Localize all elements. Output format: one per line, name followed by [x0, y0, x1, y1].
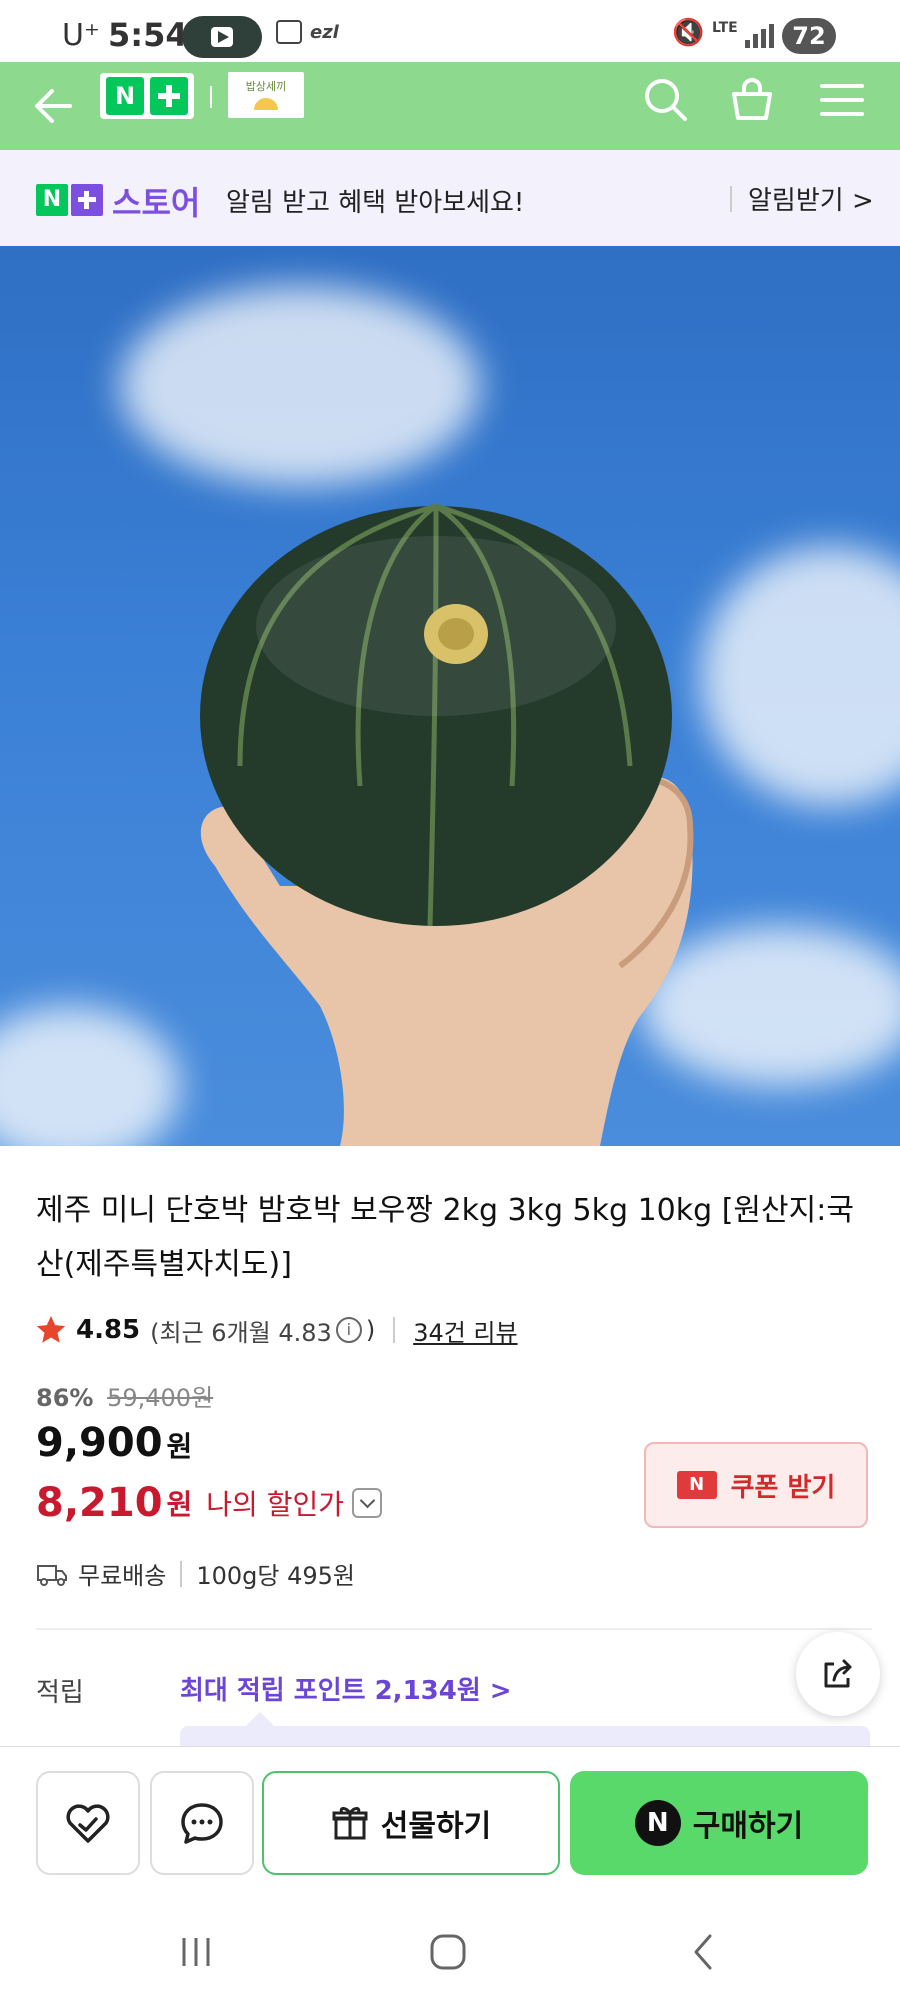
- divider: [393, 1317, 396, 1343]
- home-button[interactable]: [428, 1932, 468, 1972]
- store-brand-logo[interactable]: 밥상세끼: [228, 72, 304, 118]
- my-discount-price: 8,210 원 나의 할인가: [36, 1480, 382, 1526]
- original-price: 59,400원: [107, 1384, 214, 1412]
- brand-name: 밥상세끼: [245, 80, 287, 93]
- recent-apps-icon: [182, 1938, 210, 1966]
- buy-label: 구매하기: [692, 1809, 804, 1844]
- recent-rating-close: ): [365, 1316, 376, 1344]
- discount-percent: 86%: [36, 1384, 94, 1412]
- my-price-unit: 원: [166, 1488, 193, 1521]
- gift-label: 선물하기: [380, 1809, 492, 1844]
- notify-message: 알림 받고 혜택 받아보세요!: [226, 188, 525, 218]
- price-unit: 원: [166, 1430, 193, 1463]
- chat-button[interactable]: [150, 1771, 254, 1875]
- store-label: 스토어: [112, 184, 201, 222]
- search-button[interactable]: [638, 72, 694, 128]
- battery-indicator: 72: [782, 18, 836, 54]
- nplus-logo[interactable]: N: [100, 73, 194, 119]
- n-logo: N: [36, 184, 68, 216]
- n-coupon-icon: N: [676, 1471, 717, 1499]
- app-header: N 밥상세끼: [0, 62, 900, 150]
- cart-button[interactable]: [724, 72, 780, 128]
- logo-divider: [210, 86, 212, 108]
- clock: 5:54: [108, 16, 188, 54]
- shipping-row: 무료배송 100g당 495원: [36, 1556, 355, 1591]
- sale-price: 9,900 원: [36, 1420, 192, 1466]
- discount-row: 86% 59,400원: [36, 1378, 213, 1413]
- heart-check-icon: [66, 1804, 110, 1843]
- pumpkin-illustration: [200, 503, 694, 1146]
- ezl-icon: ezl: [310, 22, 339, 43]
- menu-button[interactable]: [814, 72, 870, 128]
- product-title: 제주 미니 단호박 밤호박 보우짱 2kg 3kg 5kg 10kg [원산지:…: [36, 1193, 854, 1282]
- my-price-label: 나의 할인가: [206, 1488, 344, 1521]
- back-nav-button[interactable]: [684, 1932, 724, 1972]
- plus-logo: [150, 77, 188, 115]
- chevron-down-icon[interactable]: [352, 1488, 382, 1518]
- back-button[interactable]: [30, 78, 78, 134]
- unit-price: 100g당 495원: [196, 1562, 355, 1590]
- recent-apps-button[interactable]: [176, 1932, 216, 1972]
- info-icon[interactable]: i: [335, 1317, 362, 1343]
- chat-bubble-icon: [181, 1803, 223, 1844]
- home-icon: [430, 1934, 466, 1970]
- share-icon: [824, 1659, 852, 1688]
- subscribe-alerts-button[interactable]: 알림받기 >: [748, 180, 874, 217]
- star-icon: [36, 1315, 66, 1343]
- coupon-label: 쿠폰 받기: [730, 1472, 836, 1503]
- gift-icon: [332, 1807, 368, 1840]
- notification-banner: N 스토어 알림 받고 혜택 받아보세요! 알림받기 >: [0, 150, 900, 246]
- gift-button[interactable]: 선물하기: [262, 1771, 560, 1875]
- truck-icon: [37, 1564, 67, 1586]
- product-image[interactable]: [0, 246, 900, 1146]
- rating-row: 4.85 (최근 6개월 4.83 i ) 34건 리뷰: [34, 1310, 518, 1350]
- back-arrow-icon: [35, 89, 72, 123]
- system-navigation-bar: [0, 1900, 900, 2000]
- status-bar: U⁺ 5:54 ezl 🔇 LTE 72: [0, 0, 900, 62]
- signal-icon: [745, 24, 775, 48]
- recent-rating: (최근 6개월 4.83: [150, 1318, 332, 1347]
- rating-value: 4.85: [76, 1315, 141, 1345]
- section-divider: [36, 1628, 872, 1630]
- mute-icon: 🔇: [672, 18, 705, 48]
- nplus-store-logo: N: [36, 184, 104, 216]
- buy-button[interactable]: N 구매하기: [570, 1771, 868, 1875]
- coupon-button[interactable]: N 쿠폰 받기: [644, 1442, 868, 1528]
- shipping-label: 무료배송: [78, 1562, 167, 1590]
- divider: [180, 1560, 183, 1587]
- reviews-link[interactable]: 34건 리뷰: [413, 1313, 517, 1348]
- my-price-value: 8,210: [36, 1480, 163, 1526]
- wishlist-button[interactable]: [36, 1771, 140, 1875]
- price-value: 9,900: [36, 1420, 163, 1466]
- naverpay-icon: N: [634, 1800, 681, 1846]
- lte-icon: LTE: [712, 20, 738, 36]
- n-logo: N: [106, 77, 144, 115]
- chevron-left-icon: [694, 1934, 712, 1970]
- carrier-label: U⁺: [62, 18, 100, 53]
- divider: [730, 186, 732, 212]
- share-button[interactable]: [796, 1632, 880, 1716]
- brand-emblem: [254, 98, 278, 110]
- cart-icon: [732, 78, 772, 120]
- menu-icon: [820, 84, 864, 116]
- purchase-action-bar: 선물하기 N 구매하기: [0, 1746, 900, 1900]
- search-icon: [645, 79, 687, 121]
- points-label: 적립: [36, 1678, 84, 1708]
- youtube-icon: [182, 16, 262, 58]
- points-link[interactable]: 최대 적립 포인트 2,134원 >: [180, 1670, 512, 1707]
- screenshot-icon: [276, 20, 302, 44]
- plus-logo: [71, 184, 103, 216]
